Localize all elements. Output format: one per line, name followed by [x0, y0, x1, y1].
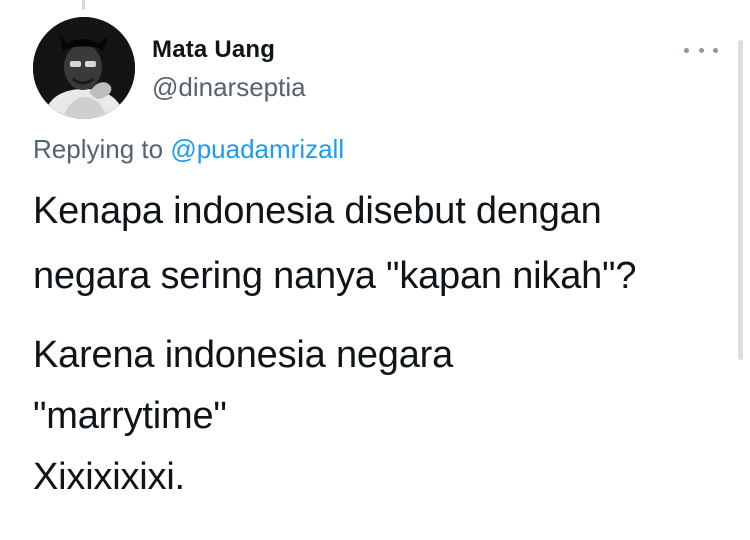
author-display-name[interactable]: Mata Uang — [152, 36, 275, 64]
more-dot — [713, 47, 718, 53]
author-handle[interactable]: @dinarseptia — [152, 72, 306, 103]
scrollbar[interactable] — [738, 40, 743, 360]
replying-to: Replying to @puadamrizall — [33, 134, 344, 165]
replying-to-label: Replying to — [33, 134, 164, 164]
tweet-text-line: negara sering nanya "kapan nikah"? — [33, 255, 637, 297]
tweet-text-line: Karena indonesia negara — [33, 334, 454, 376]
tweet-text-line: Kenapa indonesia disebut dengan — [33, 190, 602, 232]
tweet-text-line: Xixixixixi. — [33, 456, 185, 498]
avatar-photo — [33, 17, 135, 119]
more-dot — [698, 47, 704, 53]
tweet-text-line: "marrytime" — [33, 395, 227, 437]
avatar[interactable] — [33, 17, 135, 119]
more-options-button[interactable] — [684, 40, 718, 60]
more-horizontal-icon — [684, 47, 689, 53]
reply-mention-link[interactable]: @puadamrizall — [170, 134, 344, 164]
thread-connector-line — [82, 0, 85, 10]
